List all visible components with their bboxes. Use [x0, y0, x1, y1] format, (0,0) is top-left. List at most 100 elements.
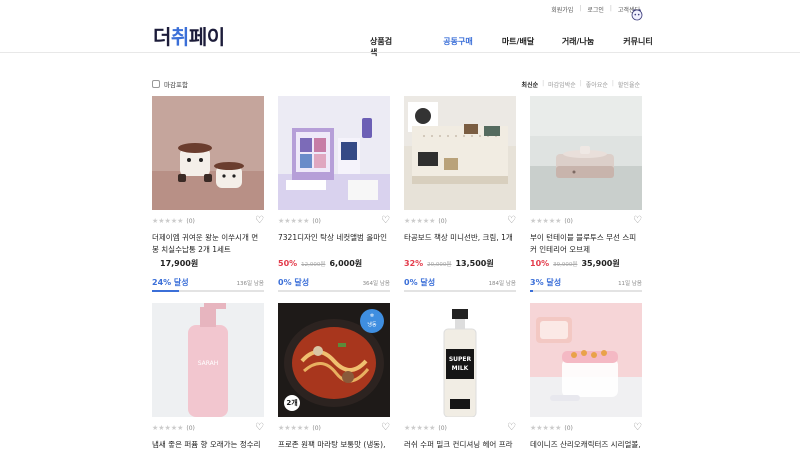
progress-label: 24% 달성 [152, 278, 189, 287]
svg-text:SUPER: SUPER [449, 356, 472, 363]
star-icon: ★★★★★ (0) [278, 217, 321, 225]
days-remaining: 11일 남음 [618, 281, 642, 287]
original-price: 12,000원 [301, 262, 326, 268]
product-card[interactable]: ★★★★★ (0) ♡ 7321디자인 탁상 네컷앨범 올마인 50% 12,00… [278, 96, 390, 292]
product-image[interactable] [404, 96, 516, 210]
heart-icon[interactable]: ♡ [381, 216, 390, 226]
login-link[interactable]: 로그인 [587, 5, 604, 14]
product-title[interactable]: 냄새 좋은 퍼퓸 향 오래가는 정수리 두 [152, 439, 264, 450]
product-card[interactable]: SARAH ★★★★★(0) ♡ 냄새 좋은 퍼퓸 향 오래가는 정수리 두 [152, 303, 264, 450]
days-remaining: 136일 남음 [236, 281, 264, 287]
rating-row: ★★★★★ (0) ♡ [530, 216, 642, 226]
logo-text-2: 페이 [188, 25, 225, 49]
rating-row: ★★★★★ (0) ♡ [278, 423, 390, 433]
sale-price: 35,900원 [581, 259, 620, 268]
product-card[interactable]: ★★★★★ (0) ♡ 부이 턴테이블 블루투스 무선 스피커 인테리어 오브제 … [530, 96, 642, 292]
star-icon: ★★★★★ (0) [152, 217, 195, 225]
nav-product-search[interactable]: 상품검색 [370, 36, 398, 58]
star-icon: ★★★★★ (0) [404, 424, 447, 432]
nav-community[interactable]: 커뮤니티 [608, 36, 668, 58]
checkbox-icon[interactable] [152, 80, 160, 88]
product-image[interactable] [278, 96, 390, 210]
sort-closing[interactable]: 마감임박순 [548, 80, 576, 89]
product-image[interactable] [530, 96, 642, 210]
include-closed-label: 마감포함 [164, 81, 188, 89]
product-image[interactable]: SARAH [152, 303, 264, 417]
heart-icon[interactable]: ♡ [633, 423, 642, 433]
signup-link[interactable]: 회원가입 [551, 5, 573, 14]
product-title[interactable]: 7321디자인 탁상 네컷앨범 올마인 [278, 232, 390, 256]
progress-bar [152, 290, 264, 292]
sort-discount[interactable]: 할인율순 [618, 80, 640, 89]
star-icon: ★★★★★ (0) [278, 424, 321, 432]
mascot-icon [631, 8, 643, 21]
heart-icon[interactable]: ♡ [633, 216, 642, 226]
progress-row: 24% 달성 136일 남음 [152, 277, 264, 288]
progress-label: 3% 달성 [530, 278, 562, 287]
star-icon: ★★★★★ (0) [530, 424, 573, 432]
svg-text:MILK: MILK [452, 365, 469, 372]
price-row: 32% 20,000원 13,500원 [404, 258, 516, 269]
product-card[interactable]: ❄ 냉동 2개 ★★★★★ (0) ♡ 프로존 원팩 마라탕 보통맛 (냉동), [278, 303, 390, 450]
rating-count: (0) [438, 425, 447, 432]
price-row: 50% 12,000원 6,000원 [278, 258, 390, 269]
heart-icon[interactable]: ♡ [507, 423, 516, 433]
product-image[interactable] [152, 96, 264, 210]
sort-options: 최신순 | 마감임박순 | 좋아요순 | 할인율순 [522, 80, 640, 89]
star-icon: ★★★★★ (0) [530, 217, 573, 225]
rating-row: ★★★★★ (0) ♡ [530, 423, 642, 433]
utility-links: 회원가입 | 로그인 | 고객센터 [551, 5, 640, 14]
progress-label: 0% 달성 [278, 278, 310, 287]
logo-text-accent: 취 [170, 25, 189, 49]
progress-row: 0% 달성 364일 남음 [278, 277, 390, 288]
rating-count: (0) [312, 425, 321, 432]
product-title[interactable]: 데이니즈 산리오캐릭터즈 시리얼볼, [530, 439, 642, 450]
nav-trade-share[interactable]: 거래/나눔 [548, 36, 608, 58]
product-image[interactable] [530, 303, 642, 417]
star-icon: ★★★★★ (0) [152, 424, 195, 432]
product-title[interactable]: 러쉬 수퍼 밀크 컨디셔닝 헤어 프라이 [404, 439, 516, 450]
svg-text:SARAH: SARAH [198, 360, 219, 367]
discount-rate: 10% [530, 259, 550, 268]
rating-row: ★★★★★ (0) ♡ [152, 423, 264, 433]
price-row: 17,900원 [152, 258, 264, 269]
product-image[interactable]: SUPER MILK [404, 303, 516, 417]
product-card[interactable]: ★★★★★ (0) ♡ 데이니즈 산리오캐릭터즈 시리얼볼, [530, 303, 642, 450]
progress-fill [530, 290, 534, 292]
include-closed-filter[interactable]: 마감포함 [152, 79, 188, 89]
frozen-badge: ❄ 냉동 [360, 309, 384, 333]
heart-icon[interactable]: ♡ [507, 216, 516, 226]
rating-count: (0) [186, 425, 195, 432]
sort-latest[interactable]: 최신순 [522, 80, 539, 89]
progress-bar [278, 290, 390, 292]
progress-fill [152, 290, 179, 292]
logo-text-1: 더 [153, 25, 171, 49]
rating-row: ★★★★★ (0) ♡ [404, 216, 516, 226]
days-remaining: 184일 남음 [488, 281, 516, 287]
frozen-badge-label: 냉동 [367, 322, 377, 328]
product-title[interactable]: 프로존 원팩 마라탕 보통맛 (냉동), [278, 439, 390, 450]
product-image[interactable]: ❄ 냉동 2개 [278, 303, 390, 417]
rating-row: ★★★★★ (0) ♡ [278, 216, 390, 226]
heart-icon[interactable]: ♡ [381, 423, 390, 433]
nav-group-buy[interactable]: 공동구매 [428, 36, 488, 58]
rating-row: ★★★★★ (0) ♡ [404, 423, 516, 433]
original-price: 39,900원 [553, 262, 578, 268]
product-title[interactable]: 부이 턴테이블 블루투스 무선 스피커 인테리어 오브제 [530, 232, 642, 256]
product-title[interactable]: 타공보드 책상 미니선반, 크림, 1개 [404, 232, 516, 256]
progress-bar [404, 290, 516, 292]
nav-mart-delivery[interactable]: 마트/배달 [488, 36, 548, 58]
heart-icon[interactable]: ♡ [255, 216, 264, 226]
sort-likes[interactable]: 좋아요순 [586, 80, 608, 89]
product-card[interactable]: ★★★★★ (0) ♡ 타공보드 책상 미니선반, 크림, 1개 32% 20,0… [404, 96, 516, 292]
rating-count: (0) [312, 218, 321, 225]
discount-rate: 50% [278, 259, 298, 268]
product-title[interactable]: 더제이엠 귀여운 왕눈 이쑤시개 면봉 치실수납통 2개 1세트 [152, 232, 264, 256]
product-card[interactable]: ★★★★★ (0) ♡ 더제이엠 귀여운 왕눈 이쑤시개 면봉 치실수납통 2개 … [152, 96, 264, 292]
product-card[interactable]: SUPER MILK ★★★★★ (0) ♡ 러쉬 수퍼 밀크 컨디셔닝 헤어 프… [404, 303, 516, 450]
sale-price: 17,900원 [160, 259, 199, 268]
divider: | [542, 80, 545, 87]
site-logo[interactable]: 더취페이 [153, 21, 225, 50]
heart-icon[interactable]: ♡ [255, 423, 264, 433]
original-price: 20,000원 [427, 262, 452, 268]
